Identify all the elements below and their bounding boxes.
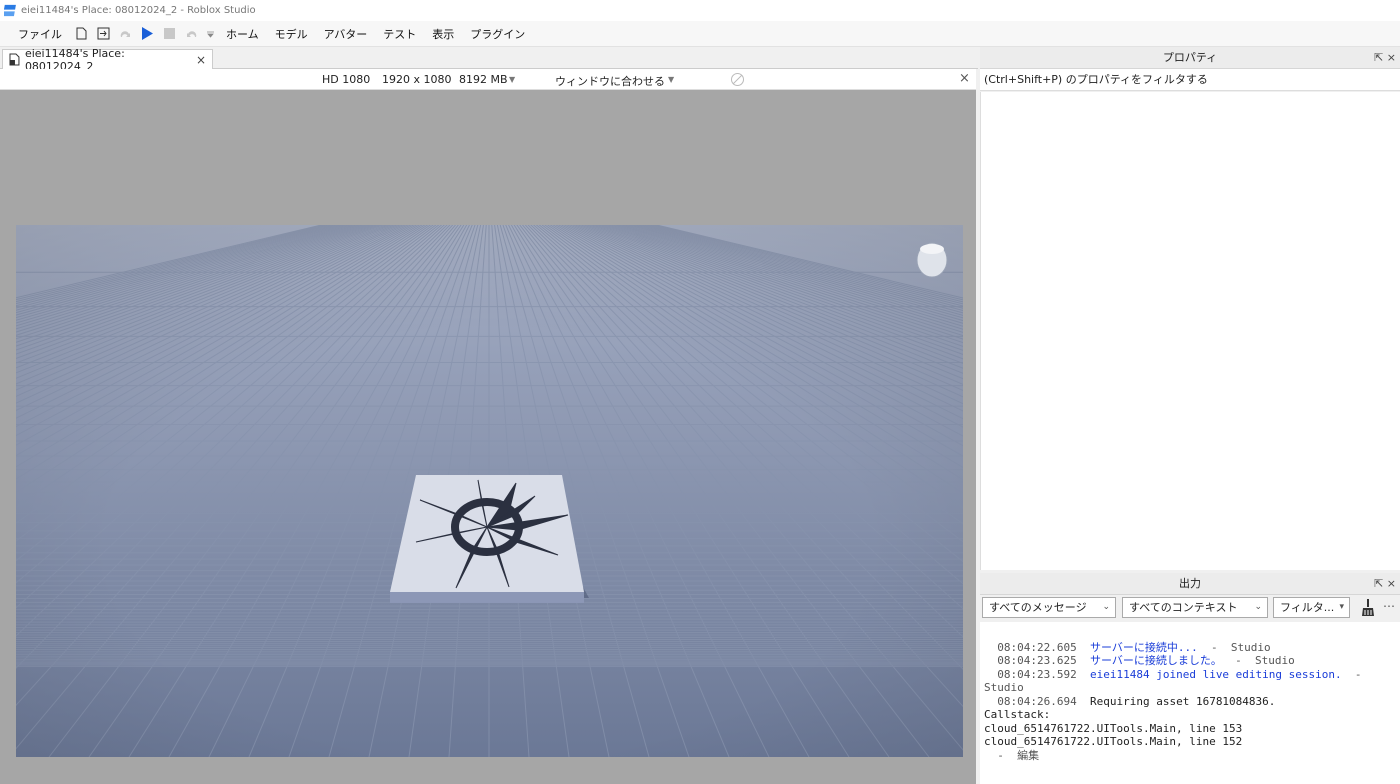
menu-file[interactable]: ファイル [18,26,62,42]
output-log: 08:04:22.605 サーバーに接続中... - Studio 08:04:… [980,622,1400,784]
chevron-down-icon: ▾ [1339,602,1344,612]
menu-plugins[interactable]: プラグイン [470,26,525,42]
menu-test[interactable]: テスト [383,26,416,42]
device-resolution: 1920 x 1080 [382,73,452,86]
log-line: 08:04:23.625 サーバーに接続しました。 - Studio [997,654,1295,667]
properties-body [980,92,1400,570]
menu-avatar[interactable]: アバター [324,26,368,42]
log-line: 08:04:22.605 サーバーに接続中... - Studio [997,640,1271,654]
properties-title: プロパティ [1162,51,1218,64]
3d-viewport[interactable] [16,225,963,757]
device-emulator-bar: HD 1080 1920 x 1080 8192 MB ▼ ウィンドウに合わせる… [0,69,976,90]
context-dropdown[interactable]: すべてのコンテキスト ⌄ [1122,597,1268,618]
log-line: cloud_6514761722.UITools.Main, line 153 [984,721,1243,735]
fit-dropdown-icon[interactable]: ▼ [668,75,674,84]
output-header: 出力 ⇱ × [980,573,1400,595]
more-options-icon[interactable]: ⋯ [1383,599,1395,613]
fit-to-window[interactable]: ウィンドウに合わせる [555,73,665,89]
log-line: 08:04:26.694 Requiring asset 16781084836… [997,694,1276,708]
panel-controls[interactable]: ⇱ × [1374,47,1396,69]
viewport-letterbox [0,90,976,784]
document-tab-strip: eiei11484's Place: 08012024_2 × [0,47,978,73]
menu-view[interactable]: 表示 [432,26,454,42]
stop-icon [162,27,176,41]
properties-filter-input[interactable]: (Ctrl+Shift+P) のプロパティをフィルタする [980,69,1400,91]
device-preset[interactable]: HD 1080 [322,73,370,86]
window-title: eiei11484's Place: 08012024_2 - Roblox S… [21,5,256,16]
close-emulator-icon[interactable]: × [959,71,970,86]
menu-home[interactable]: ホーム [226,26,259,42]
log-line: Callstack: [984,708,1051,721]
menu-model[interactable]: モデル [275,26,308,42]
output-panel-controls[interactable]: ⇱ × [1374,573,1396,595]
device-memory[interactable]: 8192 MB [459,73,508,86]
undo-icon [184,27,198,41]
output-title: 出力 [1179,577,1201,590]
chevron-down-icon: ⌄ [1102,602,1110,612]
log-line: 08:04:23.592 eiei11484 joined live editi… [997,667,1362,681]
new-file-icon[interactable] [74,27,88,41]
quick-access-dropdown-icon[interactable] [206,27,214,41]
title-bar: eiei11484's Place: 08012024_2 - Roblox S… [0,0,1400,21]
memory-dropdown-icon[interactable]: ▼ [509,75,515,84]
view-cube[interactable] [916,242,948,278]
log-line: Studio [984,681,1024,694]
properties-header: プロパティ ⇱ × [980,47,1400,69]
clear-output-icon[interactable] [1361,599,1375,620]
text-filter-input[interactable]: フィルタ... ▾ [1273,597,1350,618]
import-icon[interactable] [96,27,110,41]
message-type-dropdown[interactable]: すべてのメッセージ ⌄ [982,597,1116,618]
redo-icon [118,27,132,41]
log-line: - 編集 [984,748,1040,762]
play-icon[interactable] [140,27,154,41]
output-toolbar: すべてのメッセージ ⌄ すべてのコンテキスト ⌄ フィルタ... ▾ ⋯ [980,595,1400,621]
log-line: cloud_6514761722.UITools.Main, line 152 [984,735,1243,748]
close-tab-icon[interactable]: × [196,53,206,67]
menu-bar: ファイル ホーム モデル アバター テスト 表示 プラグイン [0,21,1400,47]
decal-part[interactable] [390,475,589,603]
orientation-icon[interactable] [730,72,745,90]
document-icon [9,53,20,66]
place-tab[interactable]: eiei11484's Place: 08012024_2 × [2,47,213,73]
roblox-studio-icon [4,4,16,17]
chevron-down-icon: ⌄ [1254,602,1262,612]
